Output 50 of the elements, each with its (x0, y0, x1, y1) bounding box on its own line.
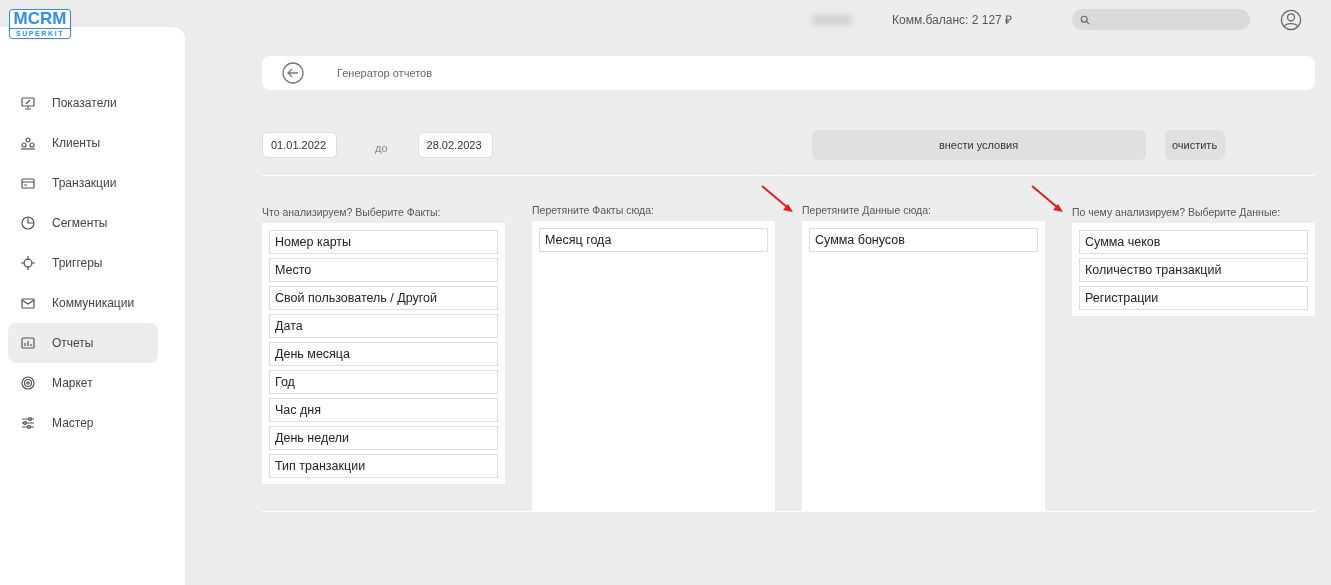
sidebar-item[interactable]: Коммуникации (8, 283, 158, 323)
field-chip[interactable]: Дата (269, 314, 498, 338)
field-chip[interactable]: Тип транзакции (269, 454, 498, 478)
column-title: Перетяните Факты сюда: (532, 204, 654, 219)
user-icon[interactable] (1280, 8, 1303, 31)
annotation-arrow (760, 184, 794, 214)
field-chip[interactable]: Номер карты (269, 230, 498, 254)
sidebar-item[interactable]: Отчеты (8, 323, 158, 363)
field-chip[interactable]: Свой пользователь / Другой (269, 286, 498, 310)
sidebar-item[interactable]: Мастер (8, 403, 158, 443)
column-title: По чему анализируем? Выберите Данные: (1072, 206, 1281, 220)
field-chip[interactable]: Сумма бонусов (809, 228, 1038, 253)
blurred-text (812, 14, 852, 25)
logo-title: MCRM (12, 10, 68, 28)
field-chip[interactable]: Год (269, 370, 498, 394)
clear-button[interactable]: очистить (1164, 130, 1225, 160)
page-title: Генератор отчетов (337, 67, 432, 79)
balance-text: Комм.баланс: 2 127 ₽ (892, 12, 1013, 28)
search-icon (1080, 14, 1091, 25)
people-icon (20, 135, 36, 151)
sidebar-item[interactable]: Транзакции (8, 163, 158, 203)
sidebar-item[interactable]: Показатели (8, 83, 158, 123)
field-chip[interactable]: Месяц года (539, 228, 768, 253)
column-title: Что анализируем? Выберите Факты: (262, 206, 441, 220)
field-chip[interactable]: Сумма чеков (1079, 230, 1308, 254)
date-separator: до (375, 142, 388, 154)
field-chip[interactable]: Регистрации (1079, 286, 1308, 310)
rings-icon (20, 375, 36, 391)
field-chip[interactable]: День месяца (269, 342, 498, 366)
field-chip[interactable]: Час дня (269, 398, 498, 422)
target-icon (20, 255, 36, 271)
sidebar-item[interactable]: Клиенты (8, 123, 158, 163)
field-chip[interactable]: Место (269, 258, 498, 282)
date-to-field[interactable]: 28.02.2023 (417, 132, 493, 158)
card-icon (20, 175, 36, 191)
pie-icon (20, 215, 36, 231)
sliders-icon (20, 415, 36, 431)
monitor-icon (20, 95, 36, 111)
report-icon (20, 335, 36, 351)
column-title: Перетяните Данные сюда: (802, 204, 931, 219)
sidebar-item[interactable]: Триггеры (8, 243, 158, 283)
date-from-field[interactable]: 01.01.2022 (262, 132, 337, 158)
apply-conditions-button[interactable]: внести условия (811, 130, 1146, 160)
mail-icon (20, 295, 36, 311)
field-chip[interactable]: День недели (269, 426, 498, 450)
field-chip[interactable]: Количество транзакций (1079, 258, 1308, 282)
sidebar-item[interactable]: Маркет (8, 363, 158, 403)
sidebar-item[interactable]: Сегменты (8, 203, 158, 243)
search-field[interactable] (1072, 9, 1251, 30)
annotation-arrow (1030, 184, 1064, 214)
